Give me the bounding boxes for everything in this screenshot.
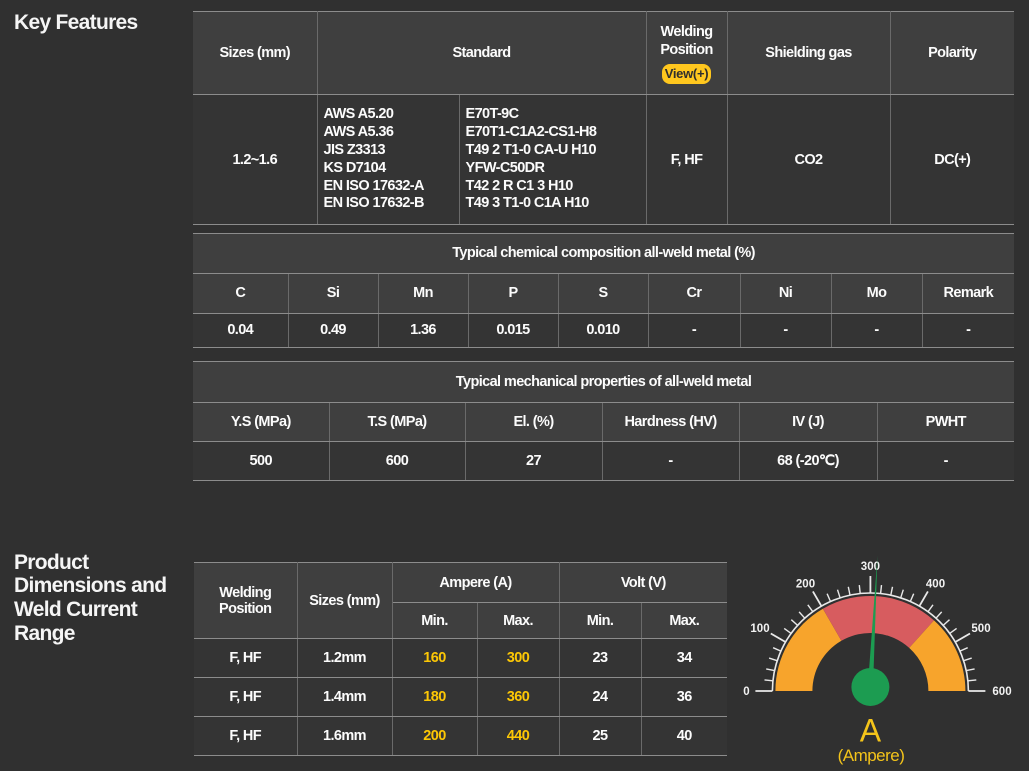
svg-text:100: 100 — [750, 623, 769, 635]
svg-text:200: 200 — [796, 578, 815, 590]
svg-text:600: 600 — [992, 686, 1011, 698]
svg-text:0: 0 — [743, 686, 749, 698]
svg-text:400: 400 — [926, 578, 945, 590]
svg-text:A: A — [860, 713, 882, 749]
svg-text:500: 500 — [971, 623, 990, 635]
svg-text:(Ampere): (Ampere) — [838, 746, 905, 765]
